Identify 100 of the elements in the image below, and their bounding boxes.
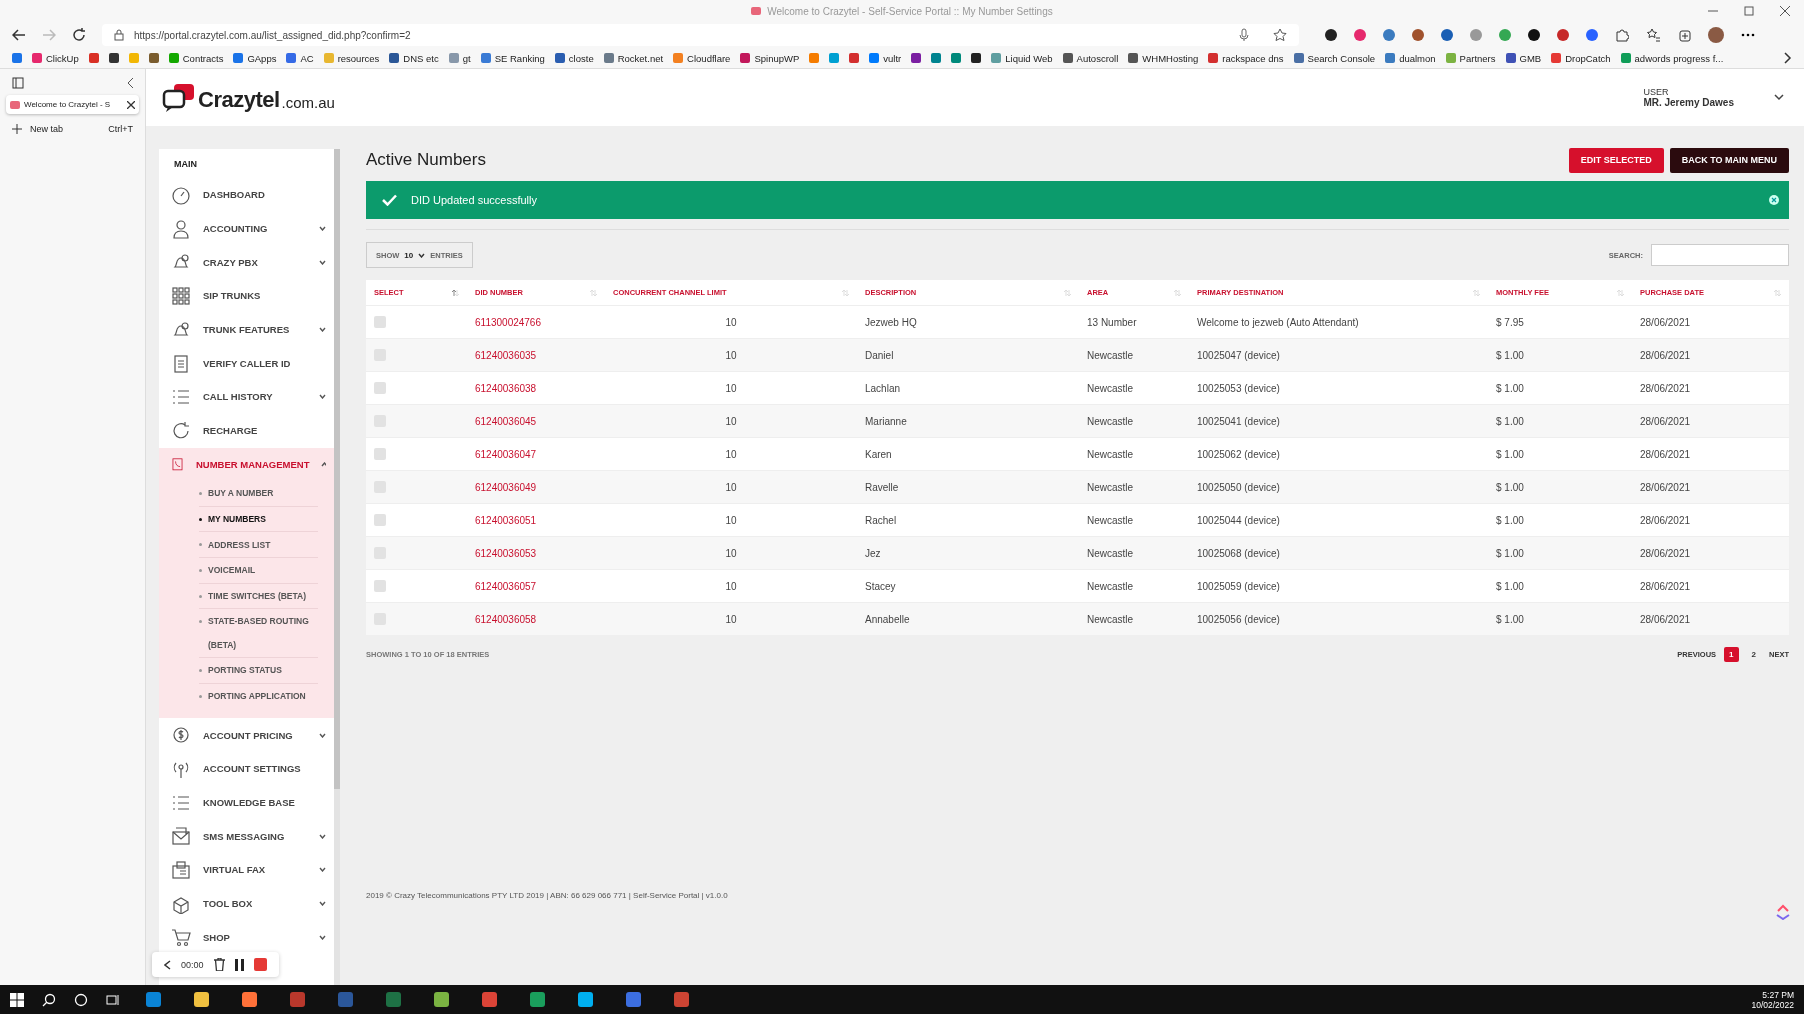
clock-date[interactable]: 10/02/2022 — [1751, 999, 1794, 1010]
bookmark[interactable]: closte — [554, 52, 594, 64]
stop-icon[interactable] — [253, 958, 267, 971]
extension-icon[interactable] — [1325, 29, 1337, 41]
did-number-link[interactable]: 61240036047 — [475, 448, 537, 460]
row-checkbox[interactable] — [374, 514, 386, 527]
trash-icon[interactable] — [213, 958, 225, 971]
page-button[interactable]: 2 — [1746, 647, 1761, 662]
sidebar-item[interactable]: DASHBOARD — [159, 178, 334, 212]
sidebar-item[interactable]: CRAZY PBX — [159, 245, 334, 280]
avatar-icon[interactable] — [1708, 27, 1724, 43]
sidebar-item[interactable]: SHOP — [159, 920, 334, 955]
circle-icon[interactable] — [74, 992, 88, 1007]
bookmark-icon[interactable] — [911, 53, 922, 63]
did-number-link[interactable]: 61240036051 — [475, 514, 537, 526]
page-button[interactable]: 1 — [1724, 647, 1739, 662]
sidebar-item[interactable]: SMS MESSAGING — [159, 819, 334, 854]
did-number-link[interactable]: 61240036035 — [475, 349, 537, 361]
search-field[interactable] — [1651, 244, 1789, 266]
action-button[interactable]: BACK TO MAIN MENU — [1669, 147, 1789, 173]
sidebar-item[interactable]: KNOWLEDGE BASE — [159, 785, 334, 820]
chevron-left-icon[interactable] — [164, 959, 171, 970]
sidebar-item[interactable]: ACCOUNT SETTINGS — [159, 752, 334, 786]
bookmark[interactable]: DNS etc — [389, 52, 439, 64]
sidebar-item[interactable]: TOOL BOX — [159, 886, 334, 921]
bookmark[interactable]: ClickUp — [32, 52, 79, 64]
back-icon[interactable] — [12, 29, 26, 41]
favorites-icon[interactable] — [1646, 28, 1660, 42]
submenu-item[interactable]: BUY A NUMBER — [199, 481, 318, 507]
row-checkbox[interactable] — [374, 580, 386, 593]
close-icon[interactable] — [1780, 6, 1790, 16]
bookmark[interactable]: WHMHosting — [1128, 52, 1199, 64]
sidebar-item[interactable]: RECHARGE — [159, 413, 334, 448]
logo[interactable]: Crazytel.com.au — [162, 82, 335, 113]
bookmark-icon[interactable] — [108, 53, 119, 63]
user-name[interactable]: MR. Jeremy Dawes — [1643, 97, 1734, 108]
bookmark[interactable]: resources — [323, 52, 380, 64]
bookmark[interactable]: vultr — [869, 52, 902, 64]
did-number-link[interactable]: 61240036053 — [475, 547, 537, 559]
row-checkbox[interactable] — [374, 448, 386, 461]
pause-icon[interactable] — [234, 958, 244, 971]
browser-tab[interactable]: Welcome to Crazytel - S — [6, 95, 139, 114]
sidebar-item[interactable]: NUMBER MANAGEMENT — [159, 447, 334, 482]
bookmark[interactable]: gt — [448, 52, 471, 64]
row-checkbox[interactable] — [374, 316, 386, 329]
reload-icon[interactable] — [72, 28, 86, 42]
submenu-item[interactable]: PORTING STATUS — [199, 658, 318, 684]
bookmark[interactable]: Partners — [1445, 52, 1496, 64]
did-number-link[interactable]: 611300024766 — [475, 316, 541, 328]
did-number-link[interactable]: 61240036038 — [475, 382, 537, 394]
row-checkbox[interactable] — [374, 382, 386, 395]
bookmark[interactable]: Cloudflare — [673, 52, 731, 64]
did-number-link[interactable]: 61240036057 — [475, 580, 537, 592]
sidebar-item[interactable]: SIP TRUNKS — [159, 279, 334, 313]
submenu-item[interactable]: PORTING APPLICATION — [199, 683, 318, 709]
submenu-item[interactable]: VOICEMAIL — [199, 557, 318, 584]
collections-icon[interactable] — [1677, 28, 1691, 42]
bookmark-icon[interactable] — [971, 53, 982, 63]
chevron-right-icon[interactable] — [1784, 52, 1792, 64]
app-logo-icon[interactable] — [1776, 904, 1790, 920]
more-icon[interactable] — [1741, 33, 1755, 37]
submenu-item[interactable]: ADDRESS LIST — [199, 532, 318, 558]
extension-icon[interactable] — [1528, 29, 1540, 41]
bookmark[interactable]: rackspace dns — [1208, 52, 1284, 64]
bookmark[interactable]: GApps — [233, 52, 277, 64]
chevron-down-icon[interactable] — [1774, 94, 1784, 101]
sidebar-item[interactable]: VERIFY CALLER ID — [159, 346, 334, 381]
windows-logo-icon[interactable] — [10, 992, 24, 1007]
new-tab-button[interactable]: New tab Ctrl+T — [6, 114, 139, 144]
sidebar-item[interactable]: CALL HISTORY — [159, 380, 334, 414]
did-number-link[interactable]: 61240036058 — [475, 613, 537, 625]
sidebar-item[interactable]: VIRTUAL FAX — [159, 853, 334, 887]
clock-time[interactable]: 5:27 PM — [1762, 989, 1794, 1000]
scrollbar-thumb[interactable] — [334, 149, 340, 789]
bookmark[interactable]: dualmon — [1385, 52, 1436, 64]
bookmark[interactable]: AC — [286, 52, 314, 64]
star-icon[interactable] — [1273, 28, 1287, 42]
did-number-link[interactable]: 61240036045 — [475, 415, 537, 427]
bookmark[interactable]: SE Ranking — [480, 52, 545, 64]
bookmark[interactable]: GMB — [1505, 52, 1542, 64]
bookmark[interactable]: Liquid Web — [991, 52, 1053, 64]
did-number-link[interactable]: 61240036049 — [475, 481, 537, 493]
bookmark[interactable]: DropCatch — [1551, 52, 1611, 64]
bookmark[interactable]: Rocket.net — [603, 52, 664, 64]
bookmark[interactable]: SpinupWP — [740, 52, 800, 64]
search-icon[interactable] — [42, 992, 56, 1007]
bookmark[interactable]: Search Console — [1293, 52, 1376, 64]
puzzle-icon[interactable] — [1615, 28, 1629, 42]
microphone-icon[interactable] — [1239, 28, 1249, 42]
submenu-item[interactable]: STATE-BASED ROUTING (BETA) — [199, 609, 318, 659]
close-icon[interactable] — [127, 100, 135, 109]
address-bar[interactable]: https://portal.crazytel.com.au/list_assigned_did.php?confirm=2 — [102, 24, 1299, 46]
action-button[interactable]: EDIT SELECTED — [1568, 147, 1664, 173]
bookmark[interactable]: Contracts — [168, 52, 224, 64]
sidebar-item[interactable]: ACCOUNTING — [159, 211, 334, 246]
sidebar-item[interactable]: ACCOUNT PRICING — [159, 718, 334, 753]
bookmark[interactable]: Autoscroll — [1062, 52, 1119, 64]
tab-panel-icon[interactable] — [12, 77, 24, 89]
maximize-icon[interactable] — [1744, 6, 1754, 16]
task-view-icon[interactable] — [106, 992, 120, 1007]
